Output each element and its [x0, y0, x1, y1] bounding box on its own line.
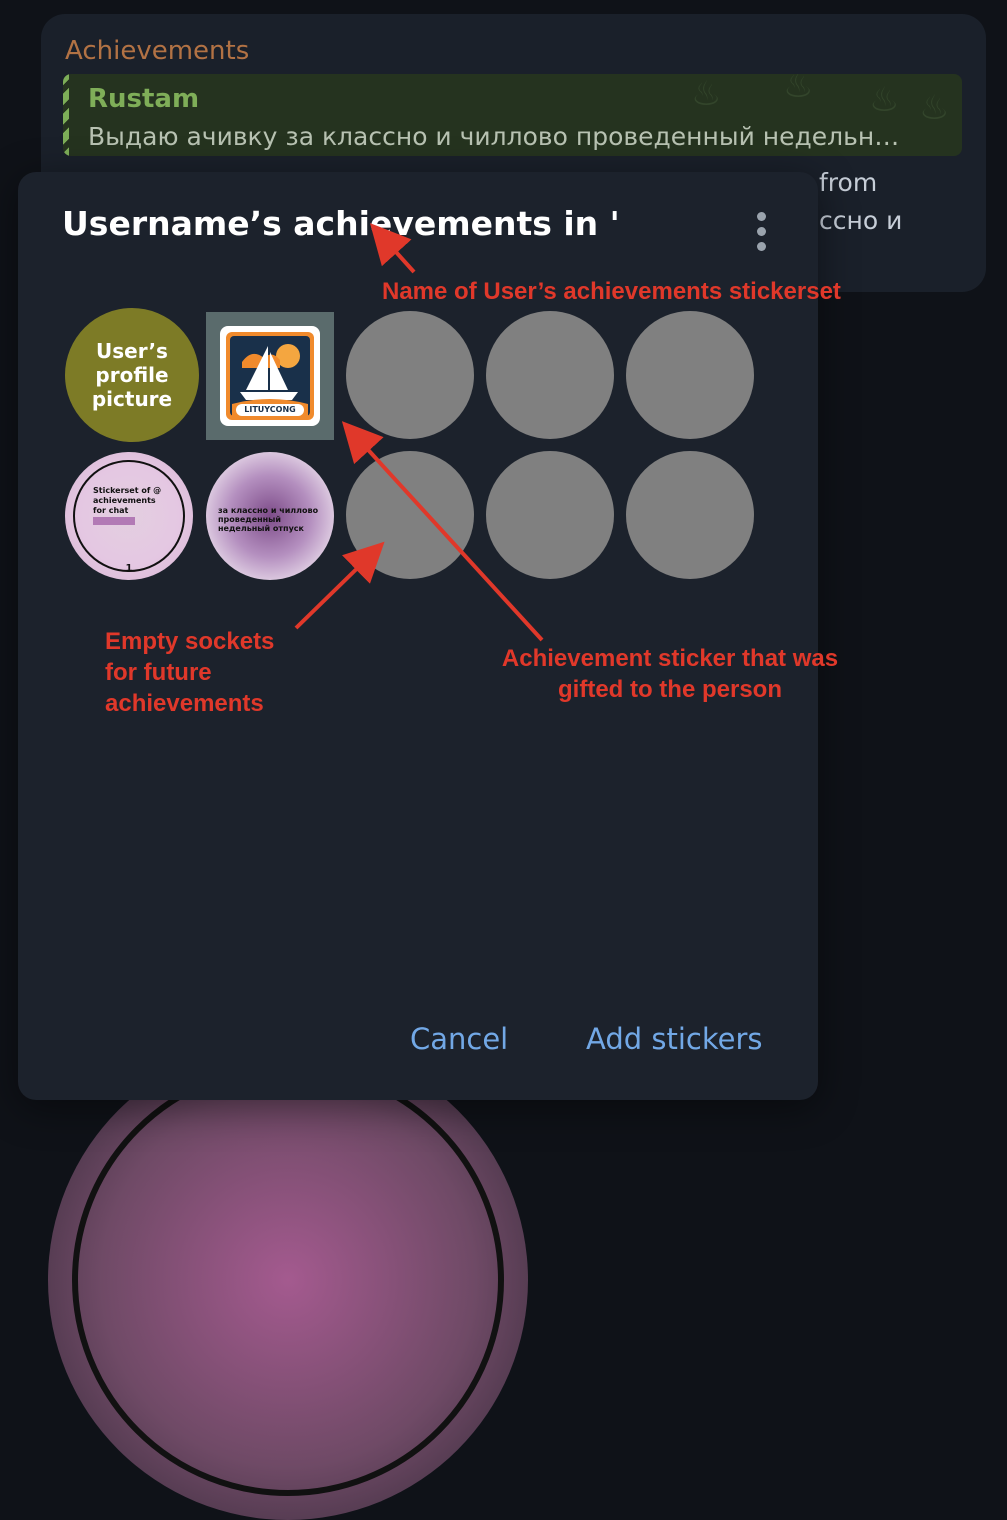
annotation-gifted-sticker: Achievement sticker that was gifted to t…	[501, 645, 839, 703]
cancel-button[interactable]: Cancel	[410, 1022, 508, 1056]
reply-quote[interactable]: Rustam Выдаю ачивку за классно и чиллово…	[63, 74, 962, 156]
sticker-brand-text: LITUYCONG	[244, 405, 296, 414]
empty-achievement-socket	[486, 311, 614, 439]
dialog-title: Username’s achievements in '	[62, 204, 620, 243]
chef-hat-pattern-icon: ♨	[783, 74, 814, 106]
background-text-fragment: ссно и	[819, 206, 903, 235]
annotation-stickerset-name: Name of User’s achievements stickerset	[382, 278, 841, 305]
reply-author: Rustam	[88, 84, 200, 114]
empty-achievement-socket	[486, 451, 614, 579]
chef-hat-pattern-icon: ♨	[691, 74, 722, 114]
avatar-label: User’s profile picture	[91, 339, 173, 411]
achievement-sticker-text: за классно и чиллово проведенный недельн…	[218, 506, 319, 533]
stickerset-cover-sticker[interactable]: Stickerset of @ achievements for chat 1	[65, 452, 193, 580]
empty-achievement-socket	[626, 451, 754, 579]
empty-achievement-socket	[626, 311, 754, 439]
add-stickers-button[interactable]: Add stickers	[586, 1022, 762, 1056]
achievement-sticker-sailboat[interactable]: LITUYCONG	[206, 312, 334, 440]
background-text-fragment: from	[819, 168, 878, 197]
redacted-text	[93, 516, 135, 525]
stickerset-cover-text: Stickerset of @ achievements for chat	[93, 486, 167, 526]
message-sender-title: Achievements	[65, 36, 250, 66]
reply-stripe	[63, 74, 69, 156]
empty-achievement-socket	[346, 311, 474, 439]
empty-achievement-socket	[346, 451, 474, 579]
user-avatar[interactable]: User’s profile picture	[65, 308, 199, 442]
reply-text: Выдаю ачивку за классно и чиллово провед…	[88, 122, 900, 151]
chef-hat-pattern-icon: ♨	[919, 88, 950, 128]
achievement-sticker-vacation[interactable]: за классно и чиллово проведенный недельн…	[206, 452, 334, 580]
background-sticker	[48, 1040, 528, 1520]
sailboat-sticker-icon	[220, 326, 320, 426]
stickerset-cover-number: 1	[125, 563, 133, 574]
annotation-empty-sockets: Empty sockets for future achievements	[105, 628, 275, 717]
chef-hat-pattern-icon: ♨	[869, 80, 900, 120]
more-vertical-icon[interactable]	[753, 210, 769, 254]
